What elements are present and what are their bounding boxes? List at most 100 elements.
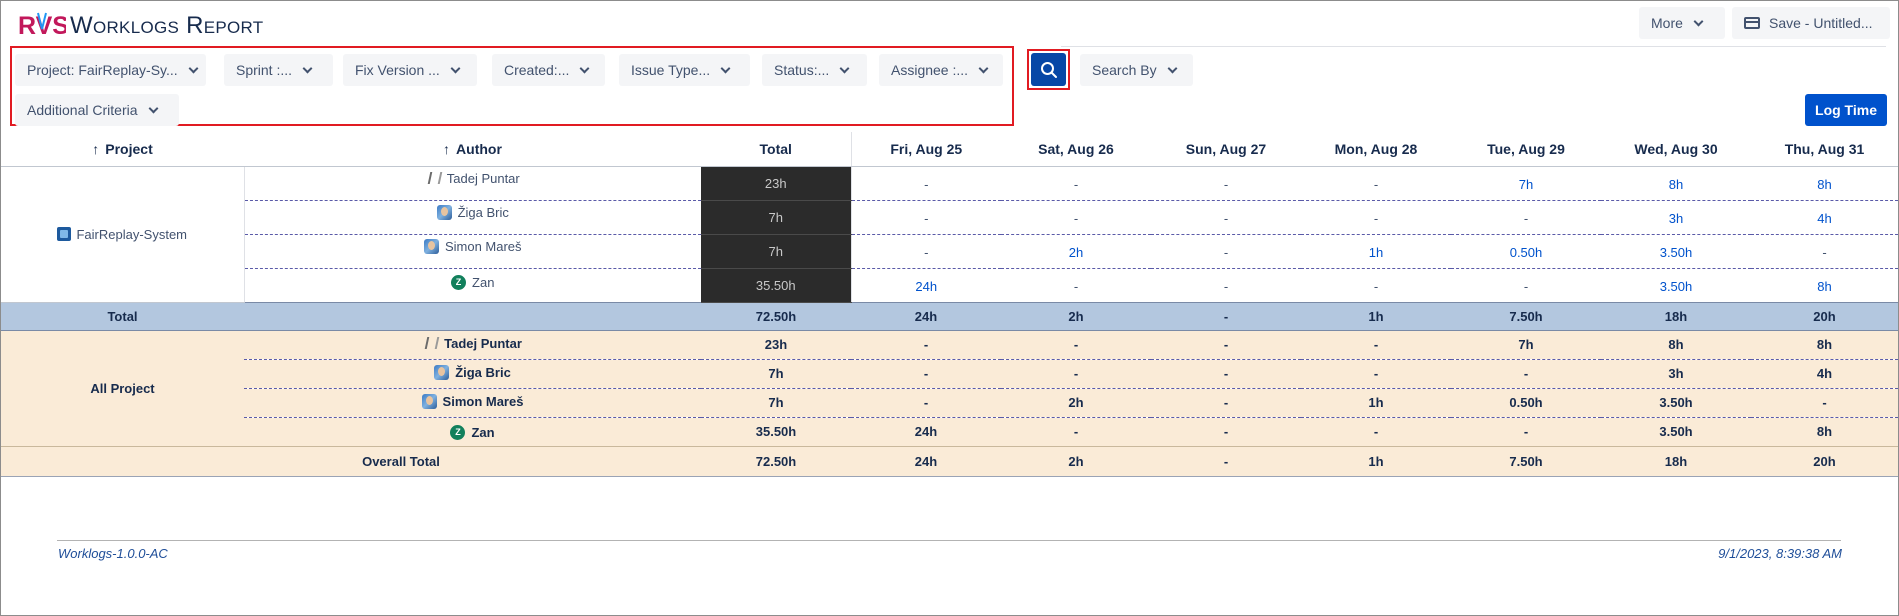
day-cell-link[interactable]: 2h bbox=[1001, 234, 1151, 269]
filter-status-label: Status:... bbox=[774, 62, 830, 78]
sort-up-icon: ↑ bbox=[92, 140, 100, 157]
chevron-down-icon bbox=[148, 103, 158, 113]
search-by-button[interactable]: Search By bbox=[1080, 54, 1193, 86]
filter-status[interactable]: Status:... bbox=[762, 54, 867, 86]
day-cell-link[interactable]: 8h bbox=[1751, 268, 1898, 303]
day-total-cell: 18h bbox=[1601, 445, 1751, 477]
total-cell: 35.50h bbox=[701, 417, 851, 447]
column-header-project[interactable]: ↑ Project bbox=[1, 132, 244, 167]
day-cell: - bbox=[1151, 166, 1301, 201]
day-cell: 4h bbox=[1751, 359, 1898, 389]
day-total-cell: - bbox=[1151, 301, 1301, 331]
author-name: Tadej Puntar bbox=[444, 335, 522, 351]
photo-avatar-icon bbox=[421, 393, 437, 409]
sort-up-icon: ↑ bbox=[443, 140, 451, 157]
day-cell: - bbox=[1451, 417, 1601, 447]
chevron-down-icon bbox=[302, 63, 313, 73]
filter-assignee[interactable]: Assignee :... bbox=[879, 54, 1003, 86]
author-cell: Tadej Puntar bbox=[244, 330, 701, 360]
project-name: FairReplay-System bbox=[76, 226, 188, 242]
additional-criteria-button[interactable]: Additional Criteria bbox=[15, 94, 179, 126]
column-header-total[interactable]: Total bbox=[701, 132, 851, 167]
day-cell-link[interactable]: 4h bbox=[1751, 200, 1898, 235]
all-project-row: Žiga Bric 7h - - - - - 3h 4h bbox=[1, 359, 1898, 389]
day-cell: - bbox=[1151, 200, 1301, 235]
total-cell: 35.50h bbox=[701, 268, 851, 303]
table-header-row: ↑ Project ↑ Author Total Fri, Aug 25 Sat, … bbox=[1, 132, 1898, 167]
filter-sprint-label: Sprint :... bbox=[236, 62, 293, 78]
author-name: Tadej Puntar bbox=[446, 170, 520, 186]
column-header-author[interactable]: ↑ Author bbox=[244, 132, 701, 167]
day-cell: - bbox=[851, 359, 1001, 389]
all-project-row: All Project Tadej Puntar 23h - - - - 7h … bbox=[1, 330, 1898, 447]
day-cell-link[interactable]: 1h bbox=[1301, 234, 1451, 269]
day-cell-link[interactable]: 8h bbox=[1751, 166, 1898, 201]
table-row: Z Zan 35.50h 24h - - - - 3.50h 8h bbox=[1, 268, 1898, 303]
day-cell: - bbox=[1451, 268, 1601, 303]
column-header-day[interactable]: Fri, Aug 25 bbox=[850, 132, 1001, 167]
day-cell: 3.50h bbox=[1601, 388, 1751, 418]
day-cell: - bbox=[1001, 359, 1151, 389]
page-title: Worklogs Report bbox=[70, 12, 264, 39]
footer-version: Worklogs-1.0.0-AC bbox=[58, 546, 168, 561]
filter-fix-version-label: Fix Version ... bbox=[355, 62, 440, 78]
day-cell-link[interactable]: 24h bbox=[850, 268, 1001, 303]
day-cell: 8h bbox=[1601, 330, 1751, 360]
day-cell: 8h bbox=[1751, 417, 1898, 447]
day-total-cell: 1h bbox=[1301, 445, 1451, 477]
empty-cell bbox=[244, 301, 701, 331]
day-cell: 1h bbox=[1301, 388, 1451, 418]
chevron-down-icon bbox=[839, 63, 850, 73]
column-header-day[interactable]: Wed, Aug 30 bbox=[1601, 132, 1751, 167]
column-header-day[interactable]: Sun, Aug 27 bbox=[1151, 132, 1301, 167]
column-header-day[interactable]: Thu, Aug 31 bbox=[1751, 132, 1898, 167]
log-time-button[interactable]: Log Time bbox=[1805, 94, 1887, 126]
save-button[interactable]: Save - Untitled... bbox=[1732, 7, 1890, 39]
day-cell: - bbox=[1001, 268, 1151, 303]
day-cell-link[interactable]: 3.50h bbox=[1601, 234, 1751, 269]
author-name: Zan bbox=[471, 425, 495, 440]
project-cell: FairReplay-System bbox=[1, 166, 245, 303]
day-cell-link[interactable]: 0.50h bbox=[1451, 234, 1601, 269]
day-cell: 7h bbox=[1451, 330, 1601, 360]
day-total-cell: 24h bbox=[851, 445, 1001, 477]
day-cell: - bbox=[1151, 234, 1301, 269]
chevron-down-icon bbox=[1167, 63, 1178, 73]
filter-assignee-label: Assignee :... bbox=[891, 62, 969, 78]
author-name: Žiga Bric bbox=[455, 364, 511, 380]
day-cell-link[interactable]: 3.50h bbox=[1601, 268, 1751, 303]
project-total-row: Total 72.50h 24h 2h - 1h 7.50h 18h 20h bbox=[1, 301, 1898, 331]
search-icon bbox=[1040, 61, 1057, 78]
day-cell-link[interactable]: 3h bbox=[1601, 200, 1751, 235]
filter-project[interactable]: Project: FairReplay-Sy... bbox=[15, 54, 206, 86]
tadej-avatar-icon bbox=[423, 336, 438, 351]
column-header-day[interactable]: Tue, Aug 29 bbox=[1451, 132, 1601, 167]
column-header-day[interactable]: Mon, Aug 28 bbox=[1301, 132, 1451, 167]
day-total-cell: - bbox=[1151, 445, 1301, 477]
search-button[interactable] bbox=[1031, 53, 1066, 86]
total-cell: 7h bbox=[701, 388, 851, 418]
filter-sprint[interactable]: Sprint :... bbox=[224, 54, 333, 86]
table-row: Žiga Bric 7h - - - - - 3h 4h bbox=[1, 200, 1898, 235]
day-cell: - bbox=[1001, 417, 1151, 447]
z-letter-avatar-icon: Z bbox=[451, 274, 467, 290]
day-cell-link[interactable]: 7h bbox=[1451, 166, 1601, 201]
column-header-project-label: Project bbox=[105, 140, 153, 157]
day-total-cell: 18h bbox=[1601, 301, 1751, 331]
filter-fix-version[interactable]: Fix Version ... bbox=[343, 54, 477, 86]
day-cell: 2h bbox=[1001, 388, 1151, 418]
table-row: FairReplay-System Tadej Puntar 23h - - -… bbox=[1, 166, 1898, 303]
day-cell: - bbox=[1301, 200, 1451, 235]
more-button[interactable]: More bbox=[1639, 7, 1725, 39]
filter-issue-type[interactable]: Issue Type... bbox=[619, 54, 750, 86]
author-name: Simon Mareš bbox=[444, 238, 522, 254]
author-cell: Žiga Bric bbox=[244, 200, 701, 235]
day-cell: - bbox=[1151, 388, 1301, 418]
day-cell: - bbox=[1151, 330, 1301, 360]
day-total-cell: 2h bbox=[1001, 445, 1151, 477]
day-cell: 3.50h bbox=[1601, 417, 1751, 447]
filter-created[interactable]: Created:... bbox=[492, 54, 605, 86]
column-header-day[interactable]: Sat, Aug 26 bbox=[1001, 132, 1151, 167]
day-cell: 0.50h bbox=[1451, 388, 1601, 418]
day-cell-link[interactable]: 8h bbox=[1601, 166, 1751, 201]
